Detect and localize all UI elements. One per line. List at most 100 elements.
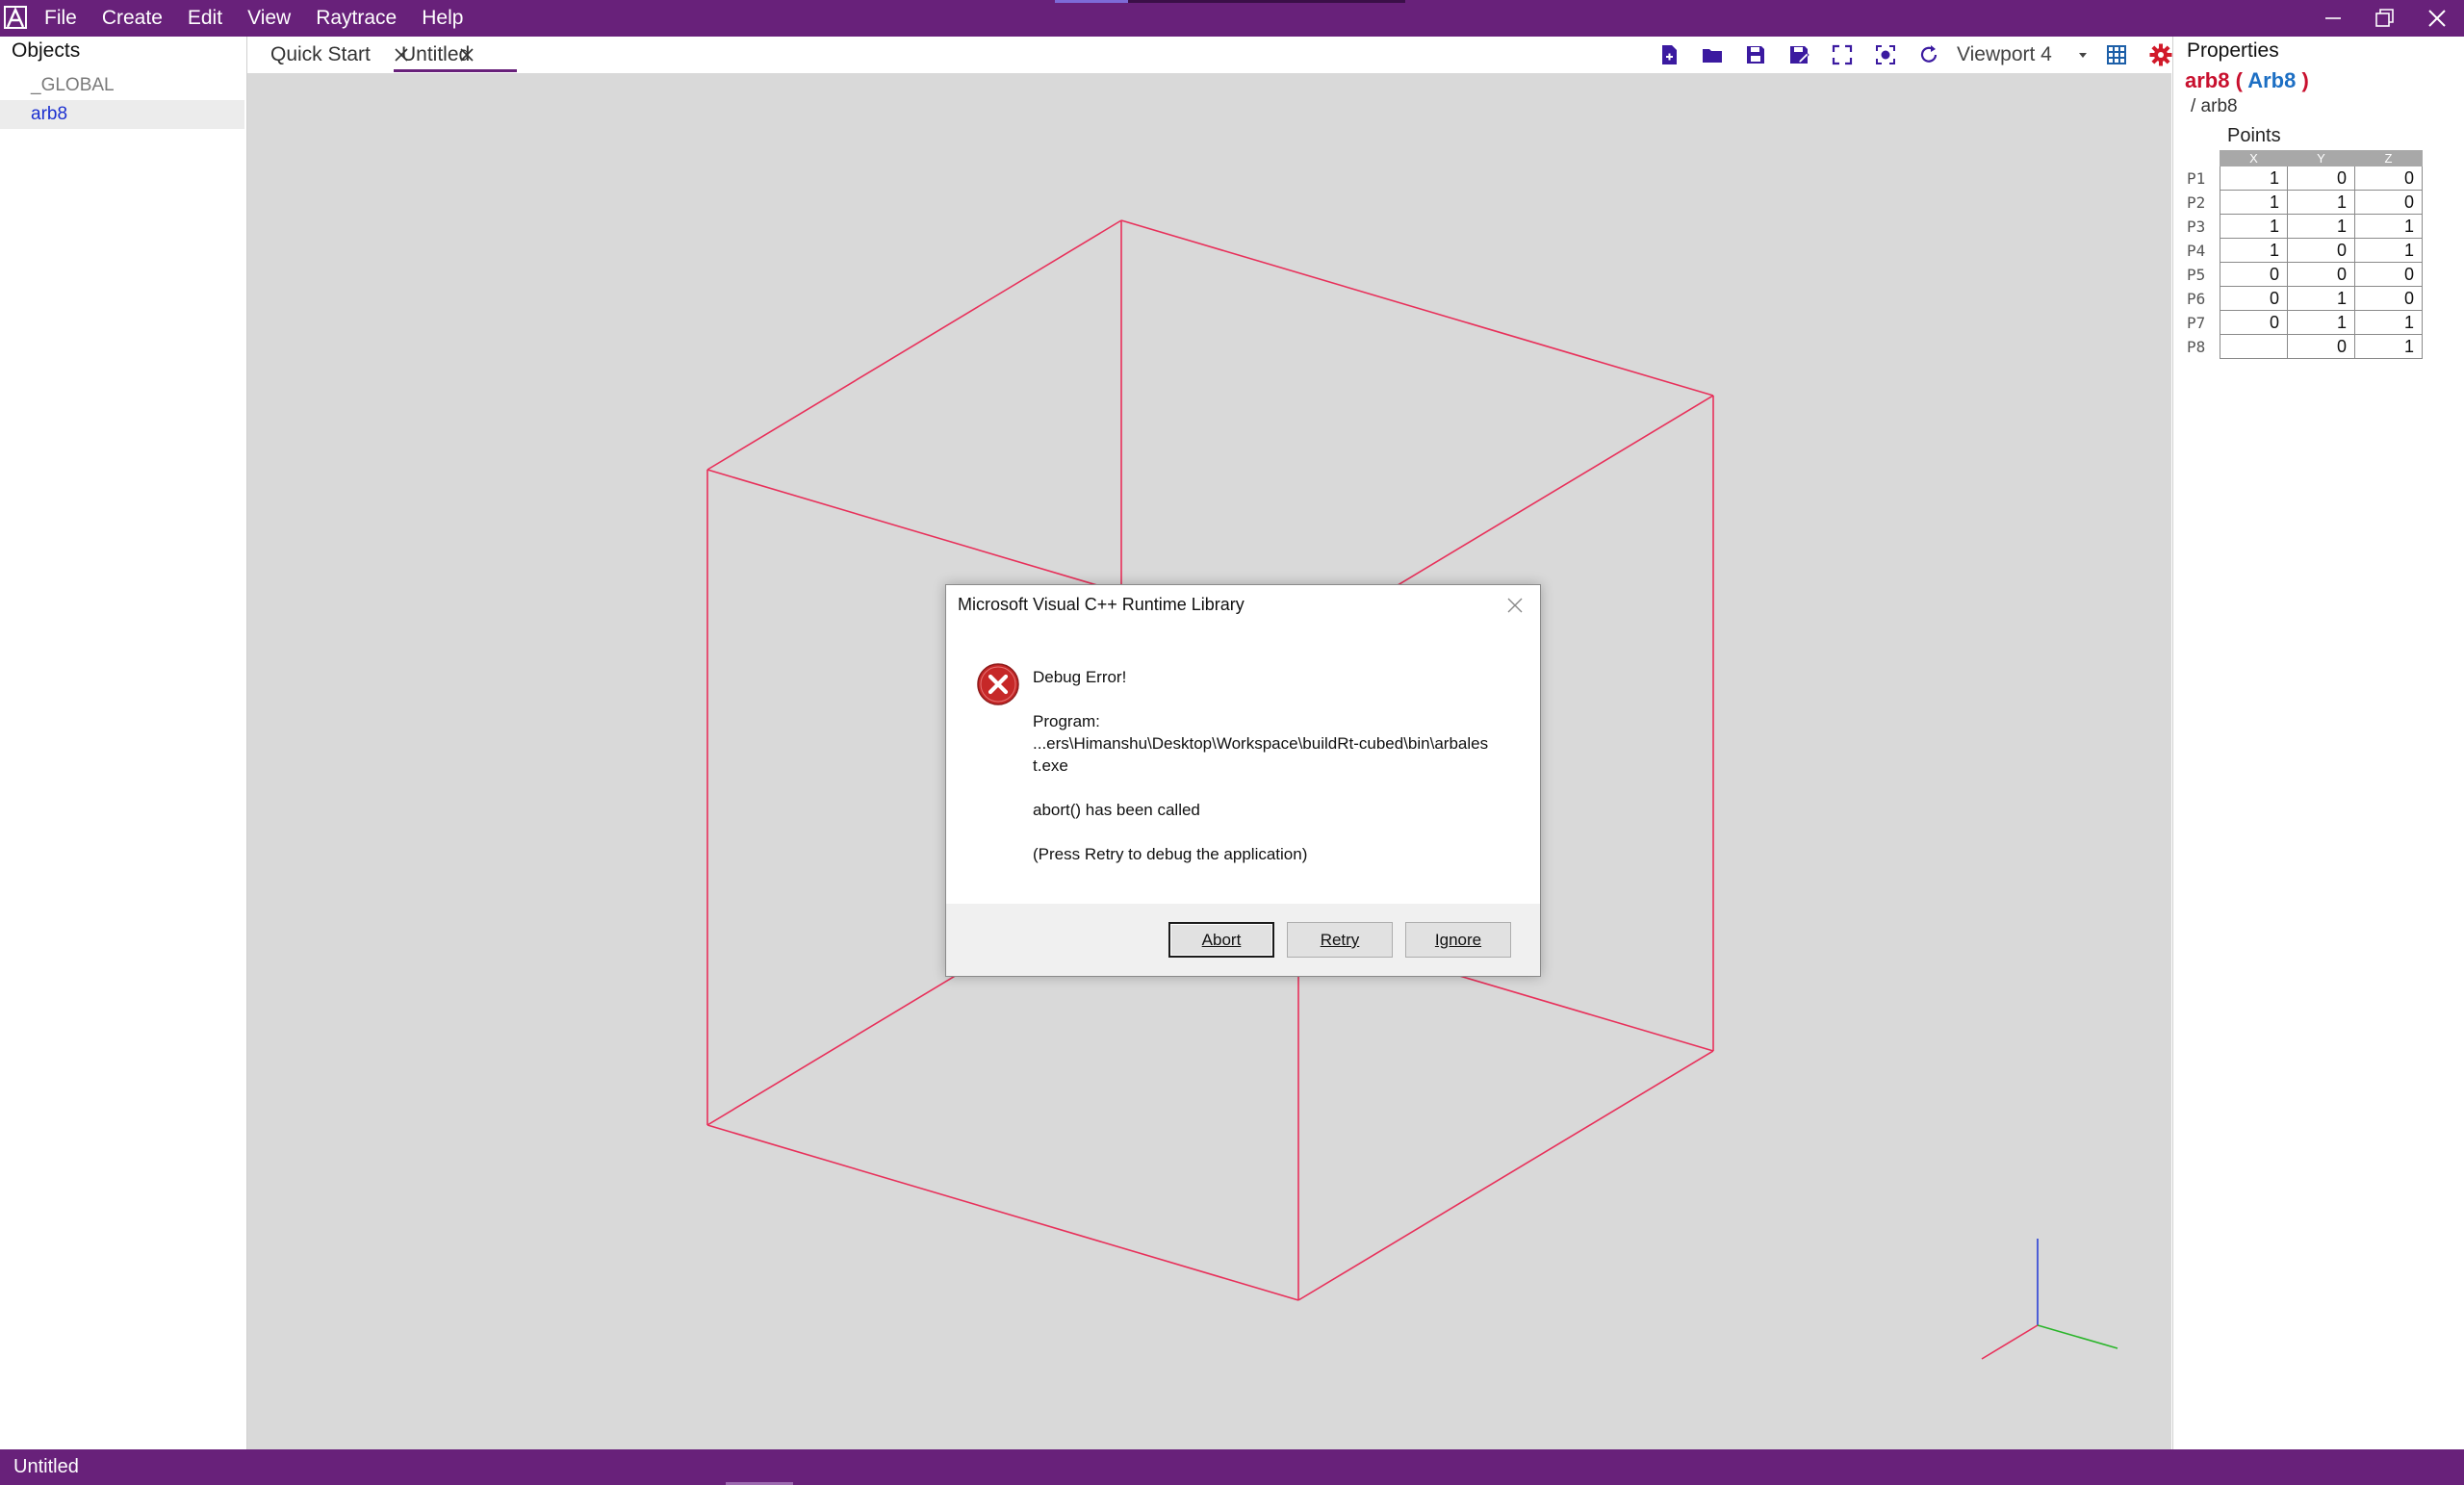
row-header: P2 [2187, 192, 2206, 212]
open-folder-icon[interactable] [1700, 42, 1725, 67]
row-header: P5 [2187, 265, 2206, 284]
menu-view[interactable]: View [247, 0, 291, 37]
program-label: Program: [1033, 712, 1100, 730]
retry-button[interactable]: Retry [1287, 922, 1393, 958]
status-bar: Untitled [0, 1449, 2464, 1485]
object-path: / arb8 [2191, 96, 2238, 116]
axis-y [2037, 1324, 2118, 1349]
cell-x[interactable]: 1 [2220, 190, 2288, 215]
cell-z[interactable]: 0 [2354, 166, 2423, 191]
dialog-title: Microsoft Visual C++ Runtime Library [958, 595, 1245, 614]
tab-untitled[interactable]: Untitled [394, 37, 652, 73]
abort-button[interactable]: Abort [1168, 922, 1274, 958]
cell-z[interactable]: 1 [2354, 238, 2423, 263]
cell-z[interactable]: 1 [2354, 334, 2423, 359]
window-accent-highlight [1055, 0, 1128, 3]
row-header: P8 [2187, 337, 2206, 356]
active-tab-indicator [394, 69, 517, 72]
table-row: P7 0 1 1 [2183, 310, 2423, 335]
row-header: P6 [2187, 289, 2206, 308]
cell-z[interactable]: 0 [2354, 190, 2423, 215]
points-table: X Y Z P1 1 0 0 P2 1 1 0 P3 1 1 1 P4 1 0 … [2183, 150, 2423, 359]
close-window-button[interactable] [2412, 0, 2462, 37]
cell-x[interactable]: 0 [2220, 286, 2288, 311]
open-paren: ( [2235, 68, 2248, 92]
restore-icon [2375, 9, 2394, 27]
cell-y[interactable]: 1 [2287, 286, 2355, 311]
restore-button[interactable] [2360, 0, 2410, 37]
column-header-x: X [2220, 150, 2288, 166]
cell-x[interactable]: 1 [2220, 214, 2288, 239]
cell-z[interactable]: 1 [2354, 310, 2423, 335]
table-row: P4 1 0 1 [2183, 238, 2423, 263]
tree-item-global[interactable]: _GLOBAL [0, 71, 244, 100]
save-as-icon[interactable] [1786, 42, 1811, 67]
cell-x[interactable]: 1 [2220, 238, 2288, 263]
column-header-y: Y [2287, 150, 2355, 166]
cell-y[interactable]: 1 [2287, 310, 2355, 335]
axis-x [1981, 1324, 2039, 1360]
menu-raytrace[interactable]: Raytrace [316, 0, 397, 37]
menu-create[interactable]: Create [102, 0, 163, 37]
fullscreen-icon[interactable] [1830, 42, 1855, 67]
properties-panel-title: Properties [2187, 39, 2279, 62]
cell-x[interactable]: 1 [2220, 166, 2288, 191]
focus-icon[interactable] [1873, 42, 1898, 67]
close-icon[interactable] [1506, 597, 1524, 614]
row-header: P7 [2187, 313, 2206, 332]
tree-item-arb8[interactable]: arb8 [0, 100, 244, 129]
column-header-z: Z [2354, 150, 2423, 166]
row-header: P1 [2187, 168, 2206, 188]
table-row: P2 1 1 0 [2183, 190, 2423, 215]
points-label: Points [2227, 125, 2281, 146]
table-row: P1 1 0 0 [2183, 166, 2423, 191]
properties-panel: Properties arb8 ( Arb8 ) / arb8 Points X… [2172, 37, 2464, 1449]
app-logo-icon [4, 6, 27, 29]
cell-y[interactable]: 0 [2287, 262, 2355, 287]
settings-icon[interactable] [2148, 42, 2173, 67]
refresh-icon[interactable] [1916, 42, 1941, 67]
minimize-button[interactable] [2308, 0, 2358, 37]
table-row: P8 0 1 [2183, 334, 2423, 359]
dialog-message: abort() has been called [1033, 801, 1200, 819]
table-row: P6 0 1 0 [2183, 286, 2423, 311]
tab-close-icon[interactable] [459, 47, 475, 63]
close-paren: ) [2301, 68, 2309, 92]
close-icon [2428, 10, 2446, 27]
grid-icon[interactable] [2104, 42, 2129, 67]
viewport-select[interactable]: Viewport 4 [1957, 37, 2101, 73]
objects-panel: Objects _GLOBAL arb8 [0, 37, 247, 1449]
cell-x[interactable] [2220, 334, 2288, 359]
table-row: P3 1 1 1 [2183, 214, 2423, 239]
cell-y[interactable]: 0 [2287, 238, 2355, 263]
title-bar: File Create Edit View Raytrace Help [0, 0, 2464, 37]
tab-quick-start[interactable]: Quick Start [270, 37, 415, 73]
ignore-button[interactable]: Ignore [1405, 922, 1511, 958]
dialog-footer: Abort Retry Ignore [946, 904, 1540, 976]
cell-z[interactable]: 0 [2354, 286, 2423, 311]
cell-x[interactable]: 0 [2220, 310, 2288, 335]
tab-bar: Quick Start Untitled Viewport 4 [247, 37, 2173, 73]
status-text: Untitled [13, 1456, 79, 1477]
object-name: arb8 [2185, 68, 2230, 92]
menu-edit[interactable]: Edit [188, 0, 222, 37]
save-icon[interactable] [1743, 42, 1768, 67]
cell-z[interactable]: 0 [2354, 262, 2423, 287]
objects-panel-title: Objects [12, 39, 81, 62]
row-header: P3 [2187, 217, 2206, 236]
chevron-down-icon [2079, 53, 2087, 58]
cell-x[interactable]: 0 [2220, 262, 2288, 287]
new-file-icon[interactable] [1656, 42, 1681, 67]
cell-y[interactable]: 1 [2287, 190, 2355, 215]
program-path-line2: t.exe [1033, 756, 1068, 775]
menu-file[interactable]: File [44, 0, 77, 37]
row-header: P4 [2187, 241, 2206, 260]
menu-help[interactable]: Help [422, 0, 463, 37]
cell-y[interactable]: 0 [2287, 166, 2355, 191]
menu-bar: File Create Edit View Raytrace Help [44, 0, 488, 37]
tab-quick-start-label: Quick Start [270, 43, 371, 65]
object-header: arb8 ( Arb8 ) [2185, 68, 2309, 93]
cell-y[interactable]: 1 [2287, 214, 2355, 239]
cell-y[interactable]: 0 [2287, 334, 2355, 359]
cell-z[interactable]: 1 [2354, 214, 2423, 239]
